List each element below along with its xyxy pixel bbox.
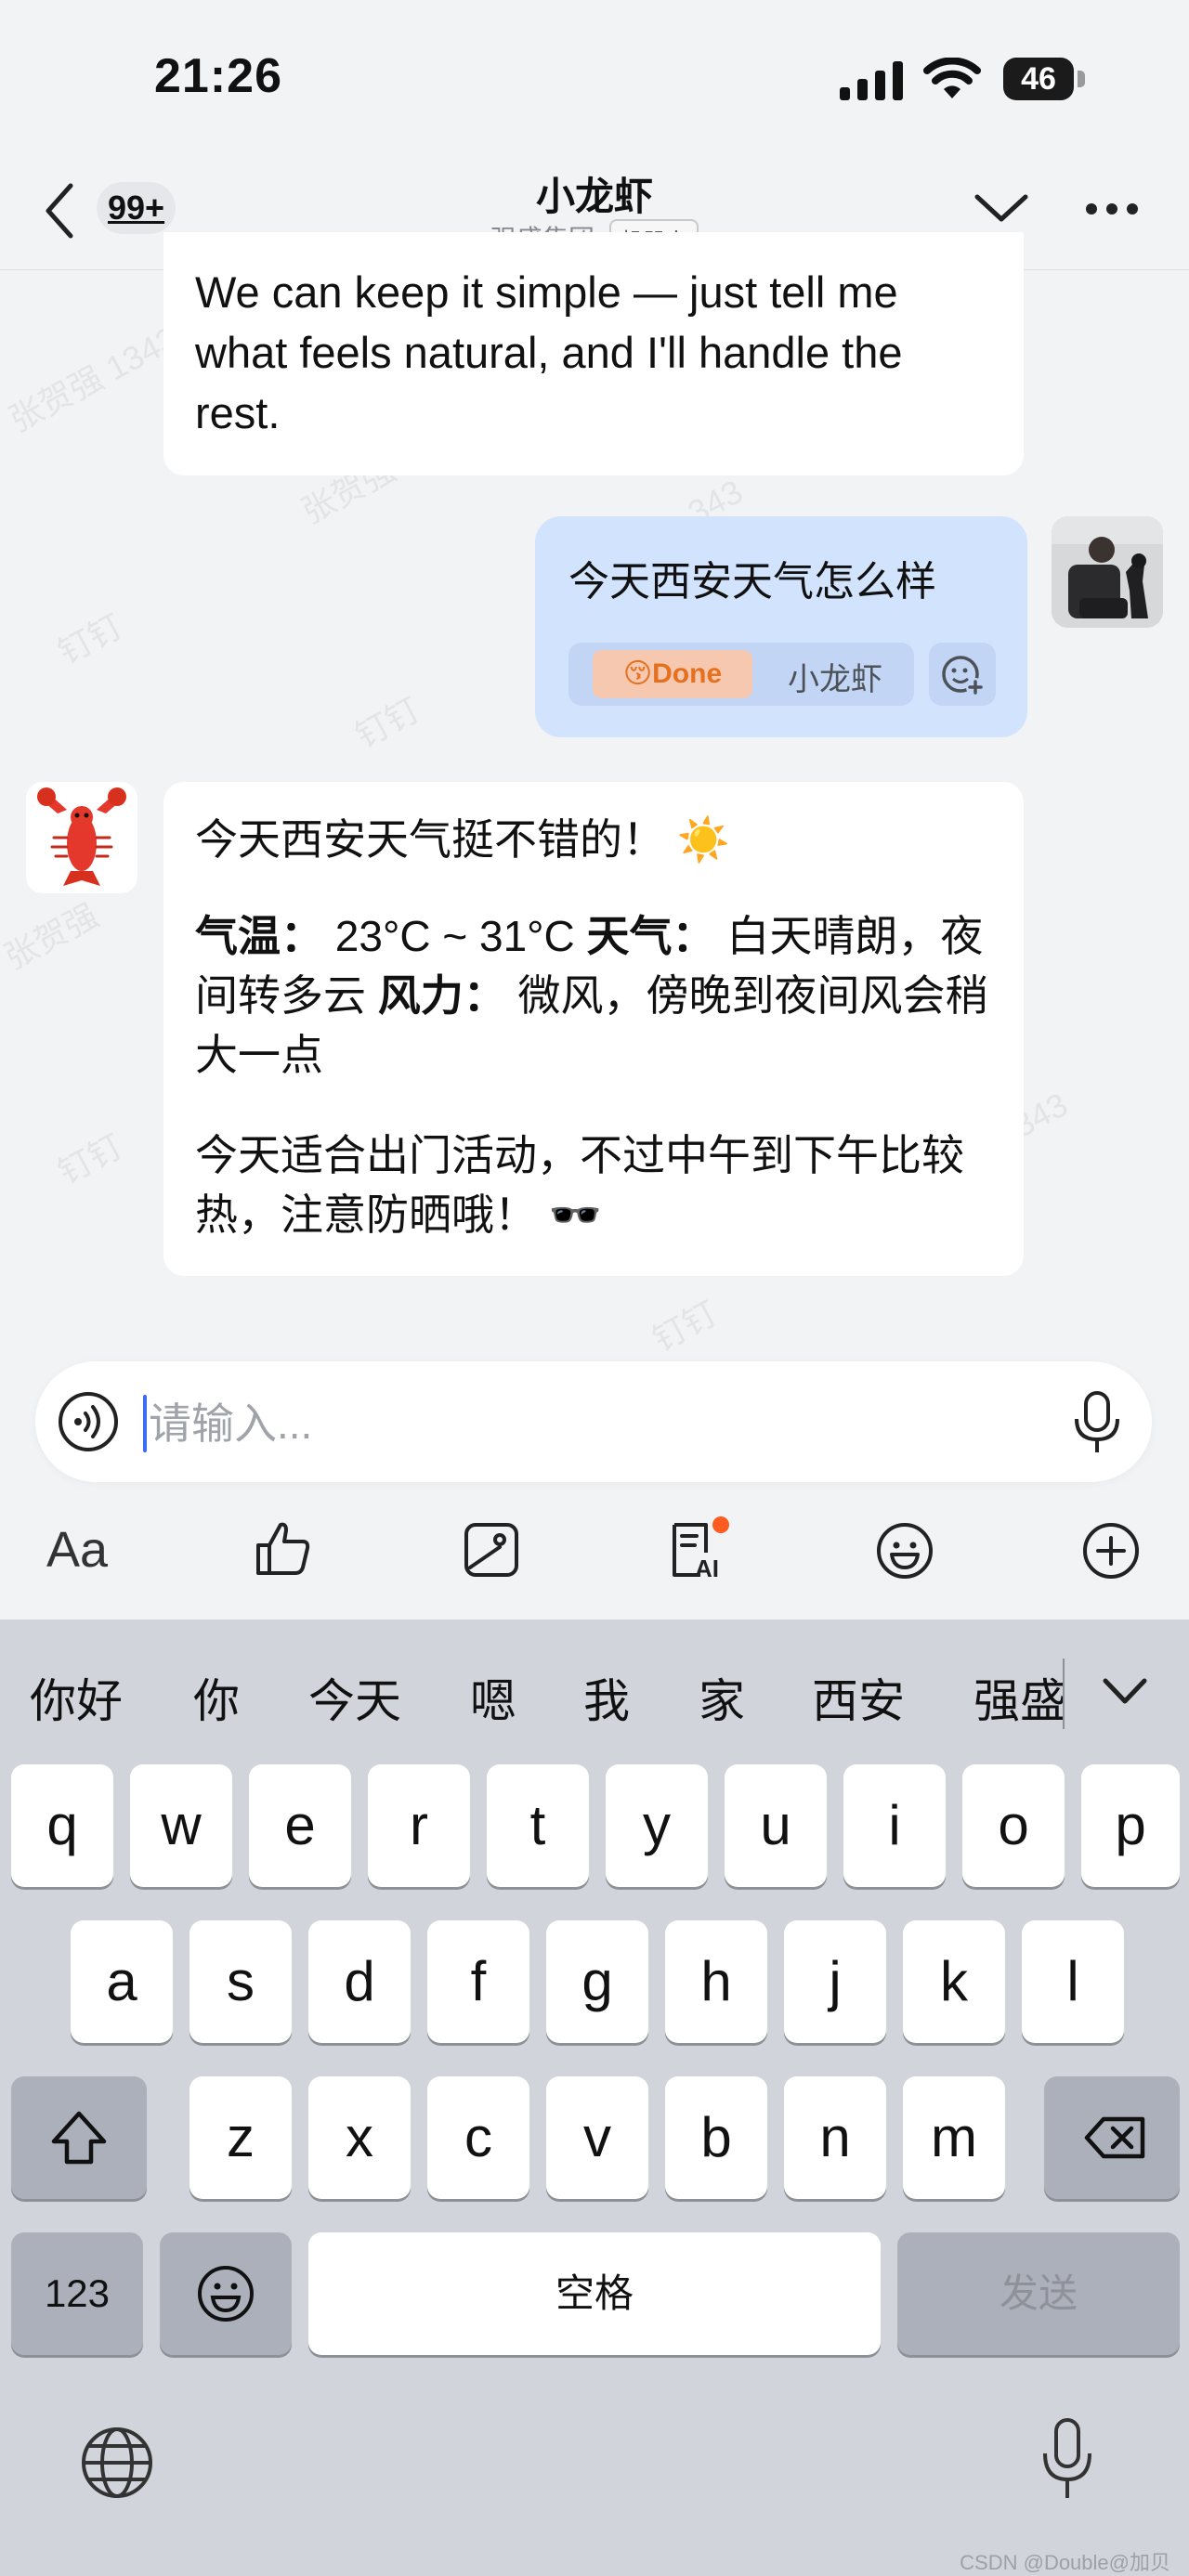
battery-indicator: 46 [1003, 58, 1074, 100]
temp-value: 23°C ~ 31°C [323, 912, 587, 960]
dictation-microphone-icon[interactable] [1040, 2418, 1094, 2504]
user-message-text: 今天西安天气怎么样 [568, 559, 936, 605]
suggestion-item[interactable]: 家 [699, 1664, 745, 1731]
user-photo-avatar [1052, 516, 1163, 628]
plus-circle-icon[interactable] [1081, 1521, 1141, 1581]
voice-mode-icon[interactable] [58, 1391, 119, 1452]
key-f[interactable]: f [427, 1920, 529, 2043]
shift-key[interactable] [11, 2076, 147, 2199]
watermark-text: 钉钉 [348, 690, 426, 756]
key-r[interactable]: r [368, 1764, 470, 1887]
key-p[interactable]: p [1081, 1764, 1180, 1887]
watermark-text: 钉钉 [51, 606, 129, 672]
wifi-icon [923, 58, 981, 98]
key-g[interactable]: g [546, 1920, 648, 2043]
space-key[interactable]: 空格 [308, 2232, 881, 2355]
emoji-key[interactable] [160, 2232, 292, 2355]
key-t[interactable]: t [487, 1764, 589, 1887]
reply-weather-details: 气温： 23°C ~ 31°C 天气： 白天晴朗，夜间转多云 风力： 微风，傍晚… [195, 906, 994, 1085]
backspace-key[interactable] [1044, 2076, 1180, 2199]
watermark-text: 张贺强 1343 [3, 319, 184, 439]
send-key[interactable]: 发送 [897, 2232, 1180, 2355]
watermark-text: 钉钉 [51, 1126, 129, 1192]
temp-label: 气温： [195, 912, 323, 960]
numbers-key[interactable]: 123 [11, 2232, 143, 2355]
key-y[interactable]: y [606, 1764, 708, 1887]
suggestion-item[interactable]: 强盛 [973, 1664, 1065, 1731]
microphone-icon[interactable] [1072, 1391, 1122, 1456]
add-reaction-button[interactable] [929, 643, 996, 706]
suggestion-item[interactable]: 你好 [30, 1664, 123, 1731]
done-status-pill[interactable]: 😚Done [593, 650, 752, 698]
key-l[interactable]: l [1022, 1920, 1124, 2043]
emoji-key-icon [198, 2266, 254, 2322]
globe-icon[interactable] [78, 2424, 156, 2502]
watermark-text: 钉钉 [646, 1294, 724, 1360]
suggestion-item[interactable]: 今天 [308, 1664, 401, 1731]
done-label: Done [652, 658, 723, 689]
kissing-face-emoji: 😚 [622, 658, 653, 689]
suggestion-item[interactable]: 你 [193, 1664, 240, 1731]
ai-writing-icon[interactable]: AI [669, 1516, 734, 1582]
more-options-icon[interactable] [1085, 202, 1139, 215]
key-a[interactable]: a [71, 1920, 173, 2043]
key-d[interactable]: d [308, 1920, 411, 2043]
cellular-signal-icon [840, 61, 903, 100]
key-v[interactable]: v [546, 2076, 648, 2199]
key-z[interactable]: z [189, 2076, 292, 2199]
suggestion-item[interactable]: 嗯 [470, 1664, 516, 1731]
key-u[interactable]: u [725, 1764, 827, 1887]
message-input[interactable] [147, 1386, 1042, 1462]
key-w[interactable]: w [130, 1764, 232, 1887]
key-x[interactable]: x [308, 2076, 411, 2199]
key-m[interactable]: m [903, 2076, 1005, 2199]
key-k[interactable]: k [903, 1920, 1005, 2043]
chevron-down-icon[interactable] [973, 191, 1029, 225]
suggestion-divider [1063, 1659, 1065, 1729]
key-c[interactable]: c [427, 2076, 529, 2199]
reply-tip: 今天适合出门活动，不过中午到下午比较热，注意防晒哦！ 🕶️ [195, 1131, 964, 1239]
text-cursor [143, 1395, 147, 1452]
key-q[interactable]: q [11, 1764, 113, 1887]
svg-text:AI: AI [695, 1555, 719, 1582]
font-style-button[interactable]: Aa [46, 1521, 108, 1579]
emoji-icon[interactable] [875, 1521, 934, 1581]
expand-suggestions-chevron-icon[interactable] [1102, 1677, 1148, 1705]
image-icon[interactable] [463, 1521, 520, 1579]
thumbs-up-icon[interactable] [255, 1519, 312, 1577]
key-e[interactable]: e [249, 1764, 351, 1887]
key-b[interactable]: b [665, 2076, 767, 2199]
status-time: 21:26 [154, 49, 282, 103]
key-n[interactable]: n [784, 2076, 886, 2199]
key-j[interactable]: j [784, 1920, 886, 2043]
add-reaction-icon [942, 656, 985, 696]
done-sender-name: 小龙虾 [788, 662, 882, 697]
suggestion-item[interactable]: 西安 [812, 1664, 905, 1731]
watermark-text: 张贺强 [0, 895, 105, 977]
key-i[interactable]: i [843, 1764, 946, 1887]
suggestion-item[interactable]: 我 [583, 1664, 630, 1731]
reply-headline: 今天西安天气挺不错的！ ☀️ [195, 815, 731, 864]
key-s[interactable]: s [189, 1920, 292, 2043]
bot-message-text: We can keep it simple — just tell me wha… [195, 267, 903, 437]
shift-arrow-icon [51, 2111, 107, 2165]
key-h[interactable]: h [665, 1920, 767, 2043]
backspace-icon [1084, 2116, 1145, 2159]
bot-avatar[interactable] [26, 782, 137, 893]
wind-label: 风力： [377, 971, 506, 1020]
lobster-avatar-icon [26, 782, 137, 893]
weather-label: 天气： [586, 912, 715, 960]
user-avatar[interactable] [1052, 516, 1163, 628]
battery-tip [1078, 71, 1085, 87]
source-watermark: CSDN @Double@加贝 [960, 2551, 1170, 2574]
key-o[interactable]: o [962, 1764, 1065, 1887]
